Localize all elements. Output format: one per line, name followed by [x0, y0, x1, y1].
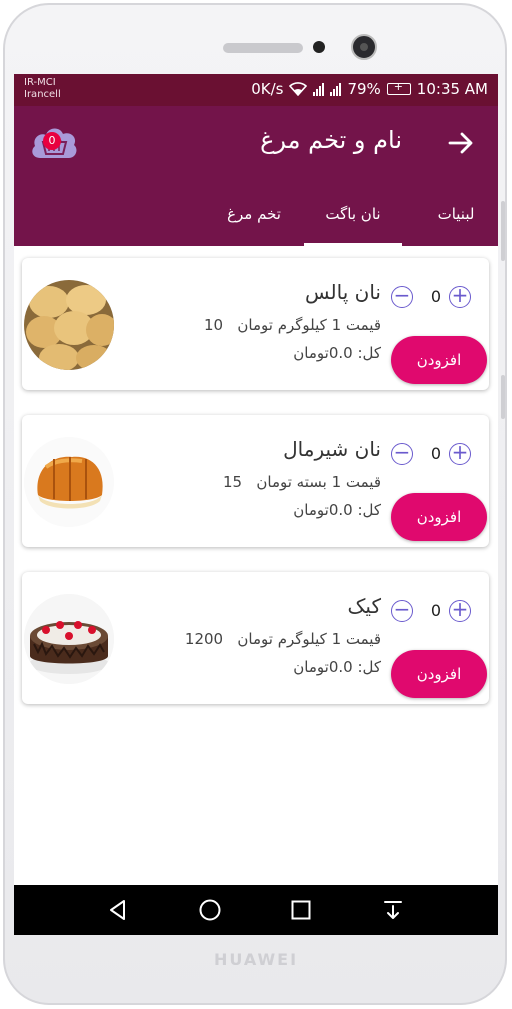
- arrow-right-icon[interactable]: [446, 128, 476, 158]
- product-card: نان شیرمال قیمت 1 بسته تومان 15 کل: 0.0ت…: [22, 415, 489, 547]
- notification-pull-icon[interactable]: [381, 898, 405, 922]
- product-card: نان پالس قیمت 1 کیلوگرم تومان 10 کل: 0.0…: [22, 258, 489, 390]
- quantity-value: 0: [430, 287, 442, 306]
- app-screen: IR-MCI Irancell 0K/s 79% 10:35 AM 0: [14, 74, 498, 935]
- quantity-stepper: − 0 +: [391, 599, 481, 626]
- price-value: 1200: [184, 630, 224, 648]
- home-circle-icon[interactable]: [198, 898, 222, 922]
- tab-baguette[interactable]: نان باگت: [304, 182, 402, 246]
- product-name: کیک: [347, 594, 381, 618]
- tab-eggs[interactable]: تخم مرغ: [204, 182, 304, 246]
- cart-button[interactable]: 0: [28, 120, 80, 166]
- quantity-value: 0: [430, 601, 442, 620]
- decrease-button[interactable]: −: [391, 599, 413, 622]
- battery-percent: 79%: [347, 80, 381, 98]
- tab-selected-indicator: [304, 243, 402, 246]
- cake-image: [24, 594, 114, 684]
- quantity-stepper: − 0 +: [391, 285, 481, 312]
- bread-rolls-image: [24, 280, 114, 370]
- front-camera: [351, 34, 377, 60]
- proximity-sensor: [313, 41, 325, 53]
- product-name: نان شیرمال: [283, 437, 381, 461]
- device-brand-logo: HUAWEI: [213, 950, 299, 969]
- price-value: 10: [204, 316, 224, 334]
- decrease-button[interactable]: −: [391, 285, 413, 308]
- increase-button[interactable]: +: [449, 599, 471, 622]
- carrier-info: IR-MCI Irancell: [24, 77, 61, 101]
- increase-button[interactable]: +: [449, 442, 471, 465]
- product-name: نان پالس: [305, 280, 381, 304]
- app-bar: 0 نام و تخم مرغ: [14, 106, 498, 182]
- product-card: کیک قیمت 1 کیلوگرم تومان 1200 کل: 0.0توم…: [22, 572, 489, 704]
- category-tabs: لبنیات نان باگت تخم مرغ: [14, 182, 498, 246]
- status-icons: 0K/s 79% 10:35 AM: [251, 80, 488, 98]
- signal-icon-sim1: [313, 82, 325, 96]
- battery-icon: [386, 80, 411, 95]
- tab-dairy[interactable]: لبنیات: [414, 182, 498, 246]
- earpiece: [223, 43, 303, 53]
- recents-square-icon[interactable]: [289, 898, 313, 922]
- status-bar: IR-MCI Irancell 0K/s 79% 10:35 AM: [14, 74, 498, 106]
- add-to-cart-button[interactable]: افزودن: [391, 650, 487, 698]
- product-image: [24, 280, 114, 370]
- quantity-stepper: − 0 +: [391, 442, 481, 469]
- clock: 10:35 AM: [416, 80, 488, 98]
- shirmal-bread-image: [24, 437, 114, 527]
- quantity-value: 0: [430, 444, 442, 463]
- price-value: 15: [222, 473, 243, 491]
- product-total: کل: 0.0تومان: [293, 658, 381, 676]
- product-price: قیمت 1 بسته تومان 15: [223, 473, 381, 491]
- price-label: قیمت 1 کیلوگرم تومان: [237, 316, 381, 334]
- network-speed: 0K/s: [251, 80, 284, 98]
- product-price: قیمت 1 کیلوگرم تومان 10: [204, 316, 381, 334]
- carrier-line-1: IR-MCI: [24, 77, 56, 88]
- back-triangle-icon[interactable]: [106, 898, 130, 922]
- add-to-cart-button[interactable]: افزودن: [391, 493, 487, 541]
- increase-button[interactable]: +: [449, 285, 471, 308]
- product-image: [24, 594, 114, 684]
- product-total: کل: 0.0تومان: [293, 501, 381, 519]
- add-to-cart-button[interactable]: افزودن: [391, 336, 487, 384]
- product-image: [24, 437, 114, 527]
- page-title: نام و تخم مرغ: [260, 126, 402, 154]
- volume-button: [501, 201, 505, 261]
- product-total: کل: 0.0تومان: [293, 344, 381, 362]
- cart-count-badge: 0: [43, 132, 61, 150]
- power-button: [501, 375, 505, 419]
- system-nav-bar: [14, 885, 498, 935]
- product-price: قیمت 1 کیلوگرم تومان 1200: [185, 630, 381, 648]
- price-label: قیمت 1 بسته تومان: [256, 473, 381, 491]
- wifi-icon: [289, 82, 308, 96]
- price-label: قیمت 1 کیلوگرم تومان: [237, 630, 381, 648]
- signal-icon-sim2: [330, 82, 342, 96]
- carrier-line-2: Irancell: [24, 89, 61, 100]
- decrease-button[interactable]: −: [391, 442, 413, 465]
